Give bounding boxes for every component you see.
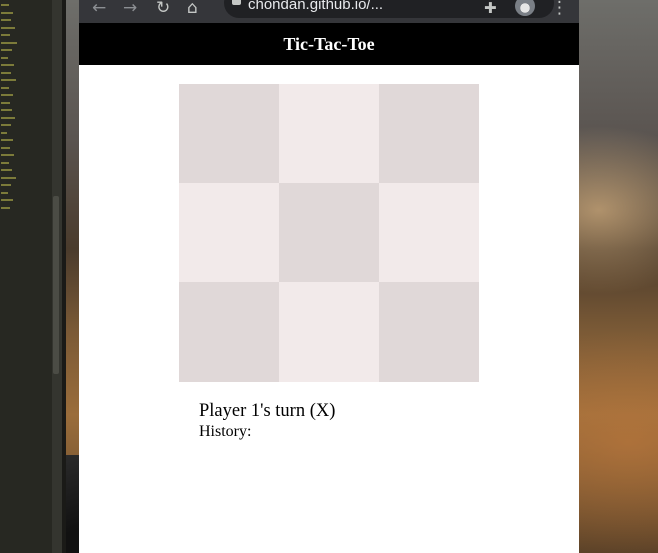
address-bar[interactable]: chondan.github.io/... ⇄ ☆ — [224, 0, 554, 18]
puzzle-icon[interactable]: ✚ — [484, 0, 497, 18]
editor-code-line — [1, 139, 13, 141]
lock-icon[interactable] — [232, 0, 241, 5]
board-cell-3[interactable] — [379, 84, 479, 183]
board-cell-7[interactable] — [179, 282, 279, 382]
editor-code-line — [1, 19, 11, 21]
editor-code-line — [1, 11, 13, 14]
editor-code-line — [1, 176, 16, 179]
editor-code-line — [1, 109, 12, 111]
editor-minimap — [0, 0, 20, 553]
turn-status: Player 1's turn (X) — [199, 401, 336, 421]
editor-code-line — [1, 154, 14, 156]
editor-code-line — [1, 206, 10, 209]
editor-code-line — [1, 146, 10, 149]
editor-code-line — [1, 199, 13, 201]
editor-code-line — [1, 26, 15, 29]
editor-code-line — [1, 184, 11, 186]
board-cell-2[interactable] — [279, 84, 379, 183]
editor-code-line — [1, 41, 17, 44]
editor-code-line — [1, 79, 16, 81]
editor-code-line — [1, 56, 8, 59]
editor-code-line — [1, 169, 12, 171]
board-cell-9[interactable] — [379, 282, 479, 382]
editor-code-line — [1, 49, 12, 51]
editor-code-line — [1, 86, 9, 89]
game-board — [179, 84, 479, 382]
editor-code-line — [1, 4, 9, 6]
editor-code-line — [1, 161, 9, 164]
home-icon[interactable]: ⌂ — [187, 0, 198, 18]
editor-code-line — [1, 101, 10, 104]
editor-code-line — [1, 116, 15, 119]
url-text[interactable]: chondan.github.io/... — [248, 0, 383, 18]
history-label: History: — [199, 423, 252, 440]
editor-code-line — [1, 34, 10, 36]
board-cell-8[interactable] — [279, 282, 379, 382]
editor-code-line — [1, 124, 11, 126]
back-arrow-icon[interactable]: ← — [92, 0, 106, 18]
editor-code-line — [1, 64, 14, 66]
forward-arrow-icon[interactable]: → — [123, 0, 137, 18]
board-cell-6[interactable] — [379, 183, 479, 282]
editor-code-line — [1, 94, 13, 96]
editor-scrollbar-thumb[interactable] — [53, 196, 59, 374]
board-cell-1[interactable] — [179, 84, 279, 183]
editor-code-line — [1, 71, 11, 74]
editor-code-line — [1, 191, 8, 194]
browser-window: ← → ↻ ⌂ chondan.github.io/... ⇄ ☆ ✚ ⋮ Ti… — [79, 0, 579, 553]
browser-toolbar: ← → ↻ ⌂ chondan.github.io/... ⇄ ☆ ✚ ⋮ — [79, 0, 579, 23]
editor-code-line — [1, 131, 7, 134]
board-cell-4[interactable] — [179, 183, 279, 282]
code-editor-panel — [0, 0, 62, 553]
reload-icon[interactable]: ↻ — [156, 0, 170, 18]
kebab-menu-icon[interactable]: ⋮ — [551, 0, 568, 18]
board-cell-5[interactable] — [279, 183, 379, 282]
page-title: Tic-Tac-Toe — [79, 23, 579, 65]
